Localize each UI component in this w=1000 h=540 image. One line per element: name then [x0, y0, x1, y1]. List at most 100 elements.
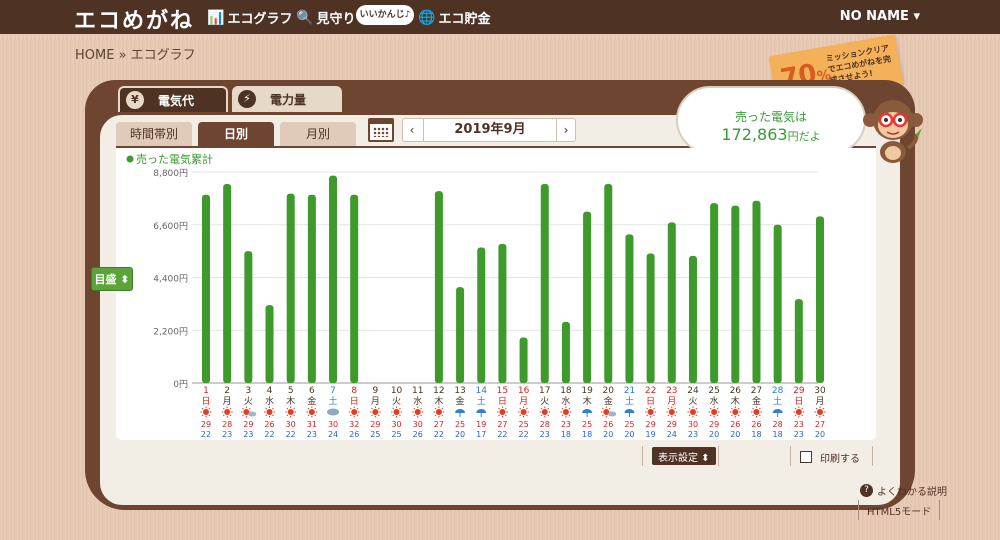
temp-high: 27: [815, 420, 825, 429]
tab-electricity-cost-label: 電気代: [158, 93, 195, 108]
sun-ray: [547, 407, 550, 410]
sun-ray: [653, 414, 655, 417]
temp-low: 22: [201, 430, 211, 439]
sun-ray: [794, 407, 797, 410]
temp-high: 29: [646, 420, 656, 429]
sun-icon: [203, 409, 209, 415]
html5-mode-button[interactable]: HTML5モード: [858, 500, 941, 520]
temp-high: 28: [540, 420, 550, 429]
sun-ray: [540, 407, 543, 410]
user-menu[interactable]: NO NAME ▾: [840, 9, 920, 24]
sun-ray: [399, 407, 401, 410]
sun-ray: [815, 414, 818, 417]
bar-chart-icon: 📊: [207, 9, 225, 26]
temp-low: 23: [540, 430, 550, 439]
breadcrumb: HOME » エコグラフ: [75, 48, 196, 63]
help-link[interactable]: ? よくわかる説明: [860, 480, 947, 500]
sun-ray: [271, 407, 274, 410]
sun-ray: [737, 407, 740, 410]
calendar-icon[interactable]: [368, 118, 394, 142]
x-tick-weekday: 月: [815, 396, 824, 407]
x-tick-weekday: 木: [731, 395, 740, 407]
temp-high: 26: [264, 420, 274, 429]
sun-ray: [815, 407, 818, 410]
temp-high: 23: [561, 420, 571, 429]
temp-low: 23: [794, 430, 804, 439]
coin-icon: 🌐: [418, 9, 436, 26]
temp-low: 18: [582, 430, 592, 439]
sun-ray: [688, 407, 691, 410]
temp-high: 29: [709, 420, 719, 429]
prev-month-button[interactable]: ‹: [403, 119, 421, 141]
bar: [752, 200, 761, 383]
sun-ray: [371, 414, 373, 417]
x-tick-day: 1: [203, 386, 209, 396]
x-tick-day: 24: [687, 386, 699, 396]
sun-ray: [201, 407, 204, 410]
x-tick-weekday: 月: [519, 396, 528, 407]
tab-electricity-amount-label: 電力量: [270, 92, 307, 107]
x-tick-weekday: 火: [244, 396, 253, 407]
sun-icon: [266, 409, 273, 415]
x-tick-weekday: 木: [583, 395, 592, 407]
sun-ray: [504, 414, 507, 417]
bar: [794, 299, 803, 383]
temp-low: 23: [307, 430, 317, 439]
nav-eco-savings[interactable]: 🌐 エコ貯金: [418, 8, 491, 28]
app-logo[interactable]: エコめがね: [74, 3, 194, 35]
x-tick-day: 19: [581, 386, 593, 396]
sun-ray: [695, 407, 698, 410]
tab-hourly[interactable]: 時間帯別: [116, 122, 192, 146]
temp-high: 25: [582, 420, 592, 429]
nav-eco-graph[interactable]: 📊 エコグラフ: [207, 8, 292, 28]
sun-ray: [413, 407, 416, 410]
temp-low: 22: [497, 430, 507, 439]
temp-low: 25: [370, 430, 380, 439]
sun-ray: [265, 407, 268, 410]
sun-icon: [562, 409, 569, 415]
x-tick-day: 26: [730, 386, 742, 396]
umbrella-icon: [455, 409, 466, 413]
temp-low: 19: [646, 430, 656, 439]
sun-ray: [737, 414, 740, 417]
sun-ray: [716, 414, 719, 417]
x-tick-weekday: 水: [265, 395, 274, 407]
scale-toggle-button[interactable]: 目盛 ⬍: [91, 267, 133, 291]
x-tick-weekday: 日: [498, 396, 507, 407]
sun-ray: [356, 407, 359, 410]
display-settings-button[interactable]: 表示設定 ⬍: [652, 447, 716, 465]
sun-ray: [667, 407, 670, 410]
tab-daily[interactable]: 日別: [198, 122, 274, 146]
bar: [625, 234, 634, 383]
sun-ray: [356, 414, 359, 417]
bar: [329, 175, 338, 383]
tab-electricity-amount[interactable]: ⚡ 電力量: [232, 86, 342, 112]
sun-ray: [498, 414, 500, 417]
nav-watch[interactable]: 🔍 見守り: [296, 8, 355, 28]
x-tick-weekday: 水: [413, 395, 422, 407]
nav-eco-savings-label: エコ貯金: [438, 12, 491, 27]
x-tick-weekday: 水: [561, 395, 570, 407]
sun-icon: [541, 409, 548, 415]
sun-ray: [201, 414, 204, 417]
sun-ray: [399, 414, 401, 417]
sun-ray: [794, 414, 797, 417]
bar: [731, 205, 740, 383]
x-tick-day: 21: [624, 386, 635, 396]
temp-high: 30: [286, 420, 296, 429]
bar: [561, 321, 570, 383]
print-button[interactable]: 印刷する: [800, 447, 860, 467]
x-tick-weekday: 月: [223, 396, 232, 407]
sun-ray: [222, 407, 225, 410]
x-tick-weekday: 日: [646, 396, 655, 407]
tab-electricity-cost[interactable]: ¥ 電気代: [118, 86, 228, 112]
temp-low: 20: [455, 430, 465, 439]
x-tick-weekday: 金: [752, 395, 761, 407]
sun-ray: [420, 414, 422, 417]
x-tick-day: 9: [373, 386, 379, 396]
next-month-button[interactable]: ›: [557, 119, 575, 141]
sun-icon: [287, 409, 294, 415]
temp-low: 24: [328, 430, 338, 439]
tab-monthly[interactable]: 月別: [280, 122, 356, 146]
sun-icon: [647, 409, 654, 415]
